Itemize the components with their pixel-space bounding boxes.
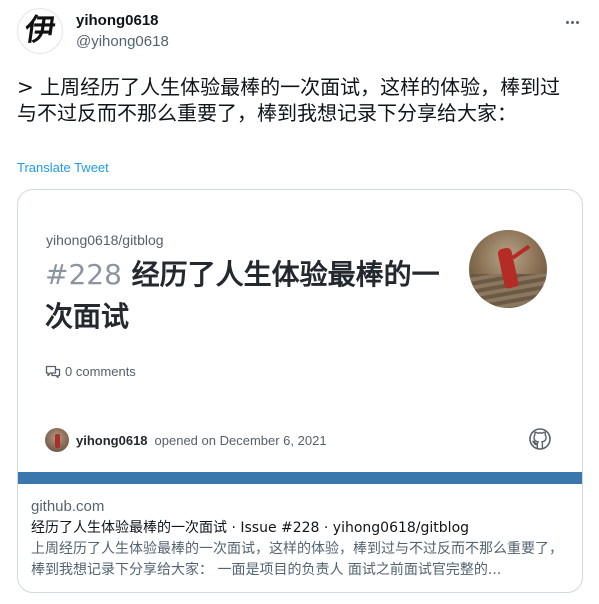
card-accent-bar	[18, 472, 582, 484]
translate-tweet-link[interactable]: Translate Tweet	[17, 160, 109, 175]
author-avatar	[45, 428, 69, 452]
link-preview-card[interactable]: yihong0618/gitblog #228 经历了人生体验最棒的一次面试 0…	[17, 189, 583, 593]
comment-icon	[45, 365, 61, 378]
more-horizontal-icon[interactable]	[560, 10, 584, 34]
comments-label: 0 comments	[65, 364, 136, 379]
author-name: yihong0618	[76, 432, 148, 448]
card-preview-image: yihong0618/gitblog #228 经历了人生体验最棒的一次面试 0…	[18, 190, 582, 472]
github-icon	[529, 428, 551, 450]
avatar-glyph: 伊	[22, 13, 58, 48]
comments-count: 0 comments	[45, 364, 136, 379]
card-description: 上周经历了人生体验最棒的一次面试，这样的体验，棒到过与不过反而不那么重要了，棒到…	[31, 541, 563, 578]
card-domain: github.com	[31, 498, 105, 515]
card-title: 经历了人生体验最棒的一次面试 · Issue #228 · yihong0618…	[31, 520, 470, 536]
card-meta: github.com 经历了人生体验最棒的一次面试 · Issue #228 ·…	[18, 484, 582, 592]
repo-owner-avatar	[469, 230, 547, 308]
user-avatar[interactable]: 伊	[17, 8, 63, 54]
user-handle[interactable]: @yihong0618	[76, 33, 169, 50]
display-name[interactable]: yihong0618	[76, 12, 159, 29]
opened-date: opened on December 6, 2021	[154, 432, 327, 448]
issue-byline: yihong0618 opened on December 6, 2021	[45, 428, 327, 452]
issue-title: #228 经历了人生体验最棒的一次面试	[45, 254, 445, 338]
issue-number: #228	[45, 258, 122, 291]
repo-name: yihong0618/gitblog	[46, 232, 164, 248]
tweet-text: > 上周经历了人生体验最棒的一次面试，这样的体验，棒到过与不过反而不那么重要了，…	[17, 75, 561, 125]
